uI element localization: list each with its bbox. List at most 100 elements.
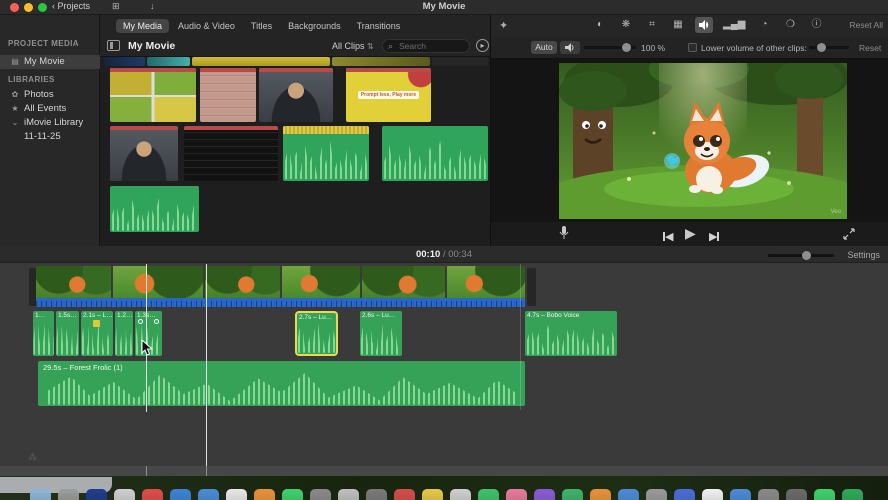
clip-trim-handle-right[interactable] [527, 268, 536, 306]
audio-clip-1[interactable]: 1… [33, 311, 54, 356]
voiceover-mic-icon[interactable] [559, 226, 569, 245]
dock-app-icon[interactable] [114, 489, 135, 500]
audio-clip-4-7s-bobo-voice[interactable]: 4.7s – Bobo Voice [525, 311, 617, 356]
dock-app-icon[interactable] [646, 489, 667, 500]
filmstrip-frame[interactable] [447, 266, 525, 298]
filmstrip-frame[interactable] [36, 266, 111, 298]
media-thumb-terminal[interactable] [184, 126, 278, 181]
dock-app-icon[interactable] [226, 489, 247, 500]
media-thumb-promo[interactable]: Prompt less, Play more [346, 68, 431, 122]
sidebar-item-my-movie[interactable]: ▤ My Movie [0, 55, 100, 69]
dock-app-icon[interactable] [786, 489, 807, 500]
sidebar-item-all-events[interactable]: ★ All Events [0, 102, 100, 116]
tab-transitions[interactable]: Transitions [350, 19, 408, 33]
dock-app-icon[interactable] [506, 489, 527, 500]
dock-app-icon[interactable] [170, 489, 191, 500]
dock-app-icon[interactable] [674, 489, 695, 500]
dock-app-icon[interactable] [30, 489, 51, 500]
media-thumb-webcam[interactable] [259, 68, 333, 122]
media-thumb-audio[interactable] [382, 126, 488, 181]
video-viewer[interactable]: Veo [559, 63, 847, 219]
dock-app-icon[interactable] [394, 489, 415, 500]
sidebar-item-imovie-library[interactable]: ⌄ iMovie Library [0, 116, 100, 130]
info-icon[interactable]: ⓘ [807, 17, 825, 33]
dock-app-icon[interactable] [590, 489, 611, 500]
media-thumb-teal[interactable] [147, 57, 190, 66]
dock-app-icon[interactable] [58, 489, 79, 500]
color-correction-icon[interactable]: ◐ [591, 17, 609, 33]
dock-app-icon[interactable] [534, 489, 555, 500]
lower-volume-knob[interactable] [817, 43, 826, 52]
video-audio-waveform[interactable] [36, 298, 525, 307]
volume-slider-knob[interactable] [622, 43, 631, 52]
stabilization-icon[interactable]: ▦ [669, 17, 687, 33]
auto-volume-button[interactable]: Auto [531, 41, 557, 54]
tab-my-media[interactable]: My Media [116, 18, 170, 33]
dock-app-icon[interactable] [198, 489, 219, 500]
media-thumb-grid[interactable] [110, 68, 196, 122]
color-balance-icon[interactable]: ❋ [617, 17, 635, 33]
dock-app-icon[interactable] [758, 489, 779, 500]
mute-speaker-icon[interactable] [560, 41, 580, 54]
reset-button[interactable]: Reset [859, 43, 881, 53]
dock-app-icon[interactable] [562, 489, 583, 500]
dock-app-icon[interactable] [86, 489, 107, 500]
dock-app-icon[interactable] [142, 489, 163, 500]
dock-app-icon[interactable] [450, 489, 471, 500]
clip-trim-handle-left[interactable] [29, 268, 36, 306]
audio-clip-2-1s-l[interactable]: 2.1s – L… [81, 311, 113, 356]
sidebar-item-library-date[interactable]: 11-11-25 [0, 130, 100, 144]
timeline-scroll-strip[interactable] [0, 466, 888, 476]
media-thumb-olive[interactable] [332, 57, 430, 66]
dock-app-icon[interactable] [842, 489, 863, 500]
sidebar-item-photos[interactable]: ✿ Photos [0, 88, 100, 102]
filmstrip-frame[interactable] [362, 266, 445, 298]
previous-frame-button[interactable]: ◀ [663, 227, 673, 245]
dock-app-icon[interactable] [478, 489, 499, 500]
clip-filter-icon[interactable]: ❍ [781, 17, 799, 33]
dock-app-icon[interactable] [730, 489, 751, 500]
media-thumb-audio[interactable] [110, 186, 199, 232]
dock-app-icon[interactable] [366, 489, 387, 500]
enhance-wand-icon[interactable]: ✦ [499, 19, 508, 32]
next-frame-button[interactable]: ▶ [709, 227, 720, 245]
media-thumb-navy[interactable] [104, 57, 145, 66]
lower-volume-slider[interactable] [809, 43, 849, 52]
volume-icon[interactable] [695, 17, 713, 33]
tab-audio-video[interactable]: Audio & Video [171, 19, 242, 33]
audio-clip-1-2[interactable]: 1.2… [115, 311, 133, 356]
dock-app-icon[interactable] [254, 489, 275, 500]
timeline-zoom-knob[interactable] [802, 251, 811, 260]
noise-reduction-icon[interactable]: ▂▄▆ [721, 17, 747, 33]
background-music-clip[interactable]: 29.5s – Forest Frolic (1) [38, 361, 525, 406]
media-thumb-dark[interactable] [432, 57, 488, 66]
speed-icon[interactable]: ◔ [755, 17, 773, 33]
dock-app-icon[interactable] [310, 489, 331, 500]
dock-app-icon[interactable] [422, 489, 443, 500]
volume-slider[interactable] [584, 43, 636, 52]
fullscreen-icon[interactable] [843, 227, 855, 245]
filmstrip-frame[interactable] [113, 266, 203, 298]
dock-app-icon[interactable] [702, 489, 723, 500]
media-thumb-doc[interactable] [200, 68, 256, 122]
tab-backgrounds[interactable]: Backgrounds [281, 19, 348, 33]
reset-all-button[interactable]: Reset All [849, 20, 883, 30]
crop-icon[interactable]: ⌗ [643, 17, 661, 33]
dock-app-icon[interactable] [338, 489, 359, 500]
dock-app-icon[interactable] [814, 489, 835, 500]
lower-volume-checkbox[interactable] [688, 43, 697, 52]
play-button[interactable]: ▶ [685, 225, 696, 242]
filmstrip-frame[interactable] [205, 266, 280, 298]
timeline-settings-button[interactable]: Settings [847, 250, 880, 260]
audio-clip-1-5s[interactable]: 1.5s… [56, 311, 79, 356]
filmstrip-frame[interactable] [282, 266, 360, 298]
media-thumb-ybar[interactable] [192, 57, 330, 66]
playhead-line[interactable] [206, 264, 207, 473]
timeline-zoom-slider[interactable] [768, 251, 834, 260]
audio-clip-2-6s-lu[interactable]: 2.6s – Lu… [360, 311, 402, 356]
media-thumb-webcam[interactable] [110, 126, 178, 181]
audio-clip-2-7s-lu[interactable]: 2.7s – Lu… [295, 311, 338, 356]
dock-app-icon[interactable] [282, 489, 303, 500]
media-thumb-audioy[interactable] [283, 126, 369, 181]
tab-titles[interactable]: Titles [244, 19, 279, 33]
